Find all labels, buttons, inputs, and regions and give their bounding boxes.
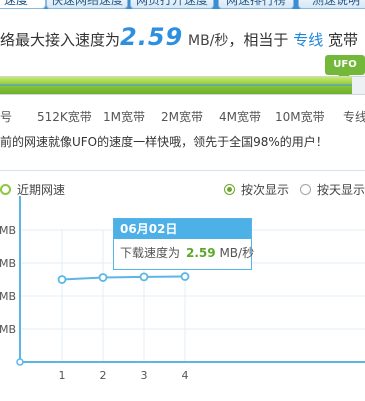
y-tick-label: 4MB: [0, 224, 16, 237]
tooltip-label: 下载速度为: [120, 246, 181, 260]
data-point: [139, 272, 149, 282]
speed-tooltip: 06月02日 下载速度为 2.59 MB/秒: [113, 218, 255, 270]
series-line: [61, 275, 186, 281]
y-tick-label: 3MB: [0, 257, 16, 270]
x-tick-label: 2: [100, 369, 107, 382]
y-tick-label: 2MB: [0, 290, 16, 303]
axis-origin-marker: [16, 358, 24, 366]
recent-speed-chart: 4MB 3MB 2MB 1MB 1 2 3 4: [0, 196, 365, 382]
tooltip-value: 2.59: [186, 246, 216, 260]
tooltip-date: 06月02日: [114, 219, 251, 239]
data-point: [180, 272, 190, 281]
tooltip-unit: MB/秒: [219, 246, 255, 260]
data-point: [98, 273, 108, 282]
x-tick-label: 4: [182, 369, 189, 382]
x-tick-label: 1: [59, 369, 66, 382]
x-tick-label: 3: [141, 369, 148, 382]
y-tick-label: 1MB: [0, 323, 16, 336]
data-point: [57, 275, 67, 284]
tooltip-body: 下载速度为 2.59 MB/秒: [114, 239, 255, 261]
